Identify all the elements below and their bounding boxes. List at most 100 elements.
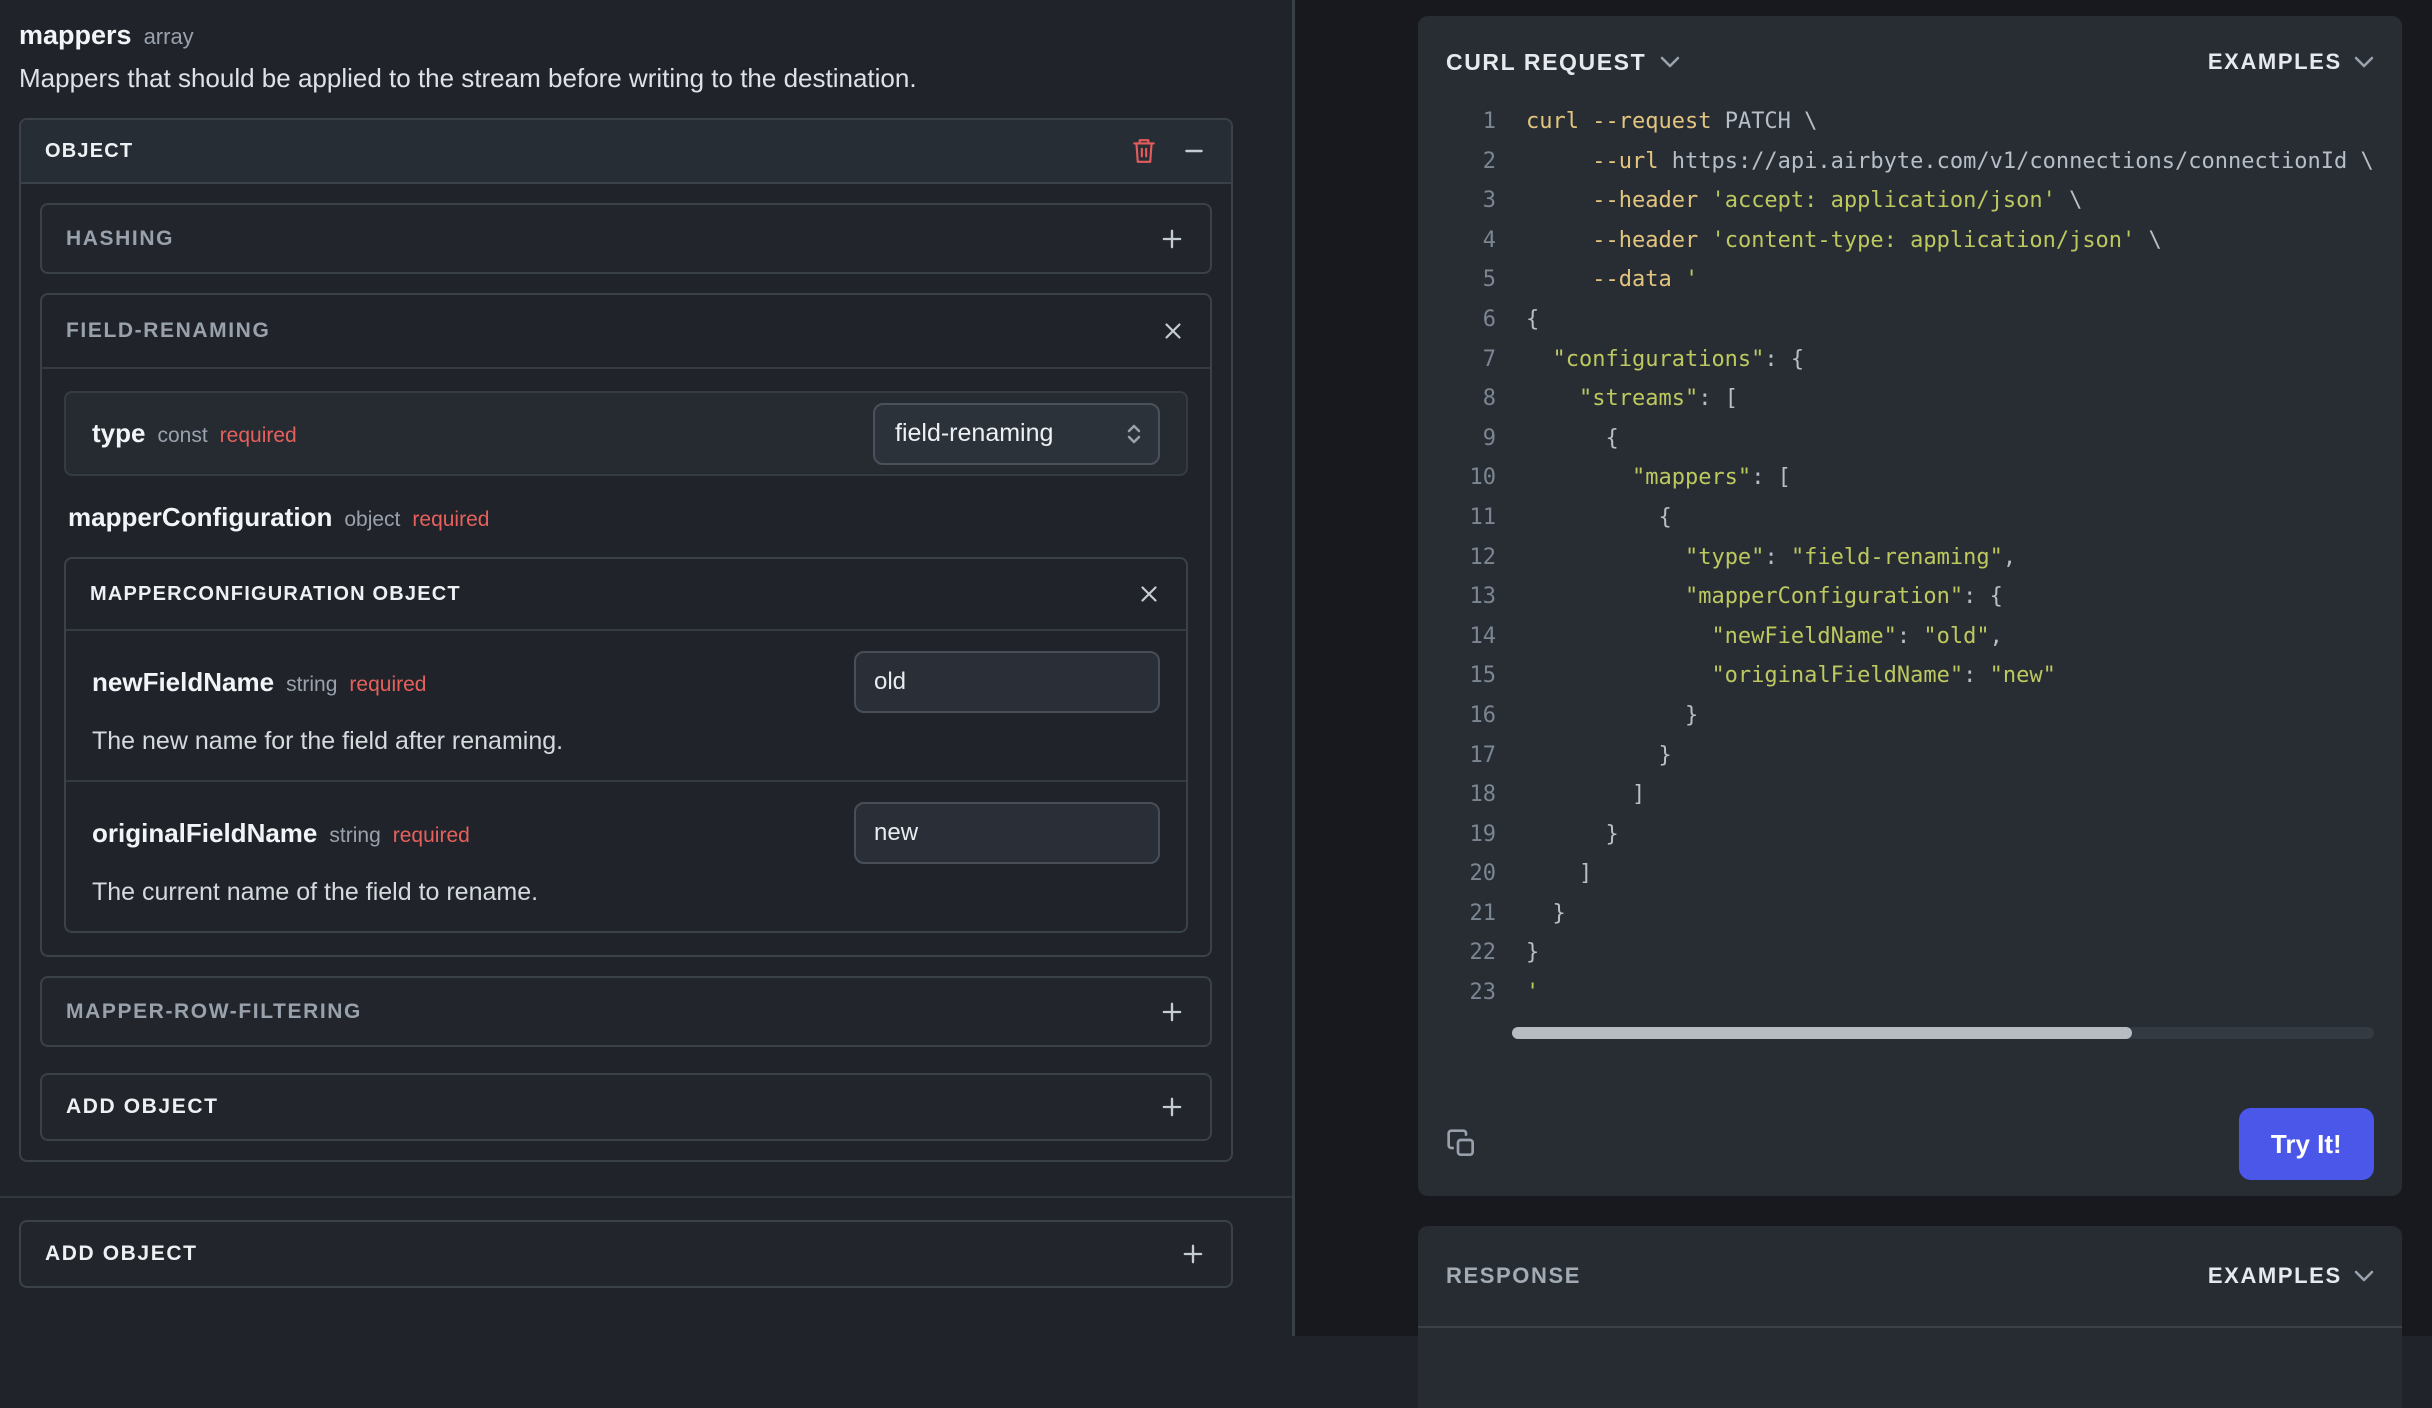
code-text: "type": "field-renaming", xyxy=(1684,544,2017,570)
add-object-button-inner[interactable] xyxy=(1158,1093,1186,1121)
mapper-configuration-panel: MAPPERCONFIGURATION OBJECT newFieldName s… xyxy=(64,557,1188,933)
schema-editor-panel: mappers array Mappers that should be app… xyxy=(0,0,1292,1336)
close-mapper-configuration-button[interactable] xyxy=(1136,581,1162,607)
code-line: 4 --header 'content-type: application/js… xyxy=(1446,221,2374,261)
delete-object-button[interactable] xyxy=(1131,137,1157,165)
expand-hashing-button[interactable] xyxy=(1158,225,1186,253)
chevron-down-icon xyxy=(2354,1270,2373,1282)
line-number: 21 xyxy=(1469,900,1497,926)
code-line: 10 "mappers": [ xyxy=(1446,458,2374,498)
line-number: 2 xyxy=(1482,148,1496,174)
curl-card-footer: Try It! xyxy=(1446,1108,2374,1180)
code-text: } xyxy=(1526,940,1540,966)
close-field-renaming-button[interactable] xyxy=(1160,318,1186,344)
type-field-kind: const xyxy=(157,424,208,447)
line-number: 10 xyxy=(1469,465,1497,491)
add-object-button-bottom[interactable] xyxy=(1179,1240,1207,1268)
field-required-badge: required xyxy=(349,672,427,696)
curl-request-title: CURL REQUEST xyxy=(1446,48,1647,75)
horizontal-scrollbar-track xyxy=(1512,1026,2374,1039)
curl-examples-dropdown[interactable]: EXAMPLES xyxy=(2208,49,2374,75)
field-renaming-body: type const required field-renaming mappe… xyxy=(42,369,1210,955)
line-number: 12 xyxy=(1469,544,1497,570)
response-header: RESPONSE EXAMPLES xyxy=(1418,1226,2402,1328)
code-text: ] xyxy=(1526,861,1593,887)
code-line: 15 "originalFieldName": "new" xyxy=(1446,656,2374,696)
line-number: 13 xyxy=(1469,584,1497,610)
plus-icon xyxy=(1183,1244,1203,1264)
code-text: "newFieldName": "old", xyxy=(1711,623,2003,649)
line-number: 4 xyxy=(1482,227,1496,253)
try-it-button[interactable]: Try It! xyxy=(2238,1108,2374,1180)
code-line: 1 curl --request PATCH \ xyxy=(1446,102,2374,142)
line-number: 5 xyxy=(1482,267,1496,293)
add-object-row-inner[interactable]: ADD OBJECT xyxy=(40,1073,1212,1141)
code-text: "mappers": [ xyxy=(1631,465,1791,491)
copy-code-button[interactable] xyxy=(1446,1128,1478,1160)
code-line: 9 { xyxy=(1446,419,2374,459)
horizontal-divider xyxy=(0,1196,1292,1198)
section-mapper-row-filtering[interactable]: MAPPER-ROW-FILTERING xyxy=(40,976,1212,1047)
minus-icon xyxy=(1185,149,1203,153)
curl-request-dropdown[interactable]: CURL REQUEST xyxy=(1446,49,1680,76)
type-field-row: type const required field-renaming xyxy=(64,391,1188,476)
curl-request-card: CURL REQUEST EXAMPLES 1 curl --request PA… xyxy=(1418,16,2402,1196)
section-hashing[interactable]: HASHING xyxy=(40,203,1212,274)
line-number: 9 xyxy=(1482,425,1496,451)
line-number: 16 xyxy=(1469,702,1497,728)
line-number: 8 xyxy=(1482,386,1496,412)
code-line: 16 } xyxy=(1446,696,2374,736)
response-title: RESPONSE xyxy=(1446,1263,1582,1288)
code-text: --header 'content-type: application/json… xyxy=(1592,227,2162,253)
stepper-icon xyxy=(1127,424,1141,443)
code-text: --data ' xyxy=(1592,267,1699,293)
line-number: 23 xyxy=(1469,980,1497,1006)
response-body xyxy=(1418,1328,2402,1408)
response-examples-dropdown[interactable]: EXAMPLES xyxy=(2208,1263,2374,1289)
code-text: --url https://api.airbyte.com/v1/connect… xyxy=(1592,148,2374,174)
field-type: string xyxy=(286,672,338,696)
field-name: originalFieldName xyxy=(92,817,318,848)
line-number: 20 xyxy=(1469,861,1497,887)
mapper-configuration-panel-title: MAPPERCONFIGURATION OBJECT xyxy=(90,582,461,605)
mapper-configuration-name: mapperConfiguration xyxy=(68,502,333,532)
line-number: 18 xyxy=(1469,782,1497,808)
code-line: 18 ] xyxy=(1446,775,2374,815)
expand-mapper-row-filtering-button[interactable] xyxy=(1158,998,1186,1026)
object-field-newFieldName: newFieldName string required The new name f… xyxy=(66,631,1186,780)
section-field-renaming: FIELD-RENAMING type const required field xyxy=(40,293,1212,957)
code-text: --header 'accept: application/json' \ xyxy=(1592,188,2083,214)
field-type-badge: array xyxy=(143,24,194,49)
plus-icon xyxy=(1162,1097,1182,1117)
field-row: newFieldName string required xyxy=(92,651,1160,713)
type-field-required-badge: required xyxy=(219,424,297,447)
field-labels: newFieldName string required xyxy=(92,667,426,698)
line-number: 15 xyxy=(1469,663,1497,689)
code-line: 19 } xyxy=(1446,815,2374,855)
code-lines: 1 curl --request PATCH \ 2 --url https://a… xyxy=(1446,102,2374,1013)
horizontal-scrollbar-thumb[interactable] xyxy=(1512,1026,2133,1039)
chevron-down-icon xyxy=(1661,56,1680,68)
collapse-object-button[interactable] xyxy=(1181,138,1207,164)
originalFieldName-input[interactable] xyxy=(854,802,1160,864)
line-number: 3 xyxy=(1482,188,1496,214)
trash-icon xyxy=(1133,139,1155,163)
field-description: The new name for the field after renamin… xyxy=(92,727,564,755)
mapper-row-filtering-label: MAPPER-ROW-FILTERING xyxy=(66,999,362,1023)
curl-examples-label: EXAMPLES xyxy=(2207,49,2342,74)
chevron-down-icon xyxy=(2354,56,2373,68)
field-type: string xyxy=(329,823,381,847)
type-select[interactable]: field-renaming xyxy=(873,402,1160,465)
add-object-bottom-label: ADD OBJECT xyxy=(45,1242,198,1265)
api-playground-panel: CURL REQUEST EXAMPLES 1 curl --request PA… xyxy=(1295,0,2432,1408)
field-row: originalFieldName string required xyxy=(92,802,1160,864)
object-panel-actions xyxy=(1131,137,1207,165)
code-line: 22} xyxy=(1446,933,2374,973)
code-text: ' xyxy=(1526,980,1540,1006)
code-line: 21 } xyxy=(1446,894,2374,934)
newFieldName-input[interactable] xyxy=(854,651,1160,713)
code-text: } xyxy=(1526,702,1699,728)
response-card: RESPONSE EXAMPLES xyxy=(1418,1226,2402,1408)
add-object-row-bottom[interactable]: ADD OBJECT xyxy=(19,1220,1233,1288)
line-number: 14 xyxy=(1469,623,1497,649)
